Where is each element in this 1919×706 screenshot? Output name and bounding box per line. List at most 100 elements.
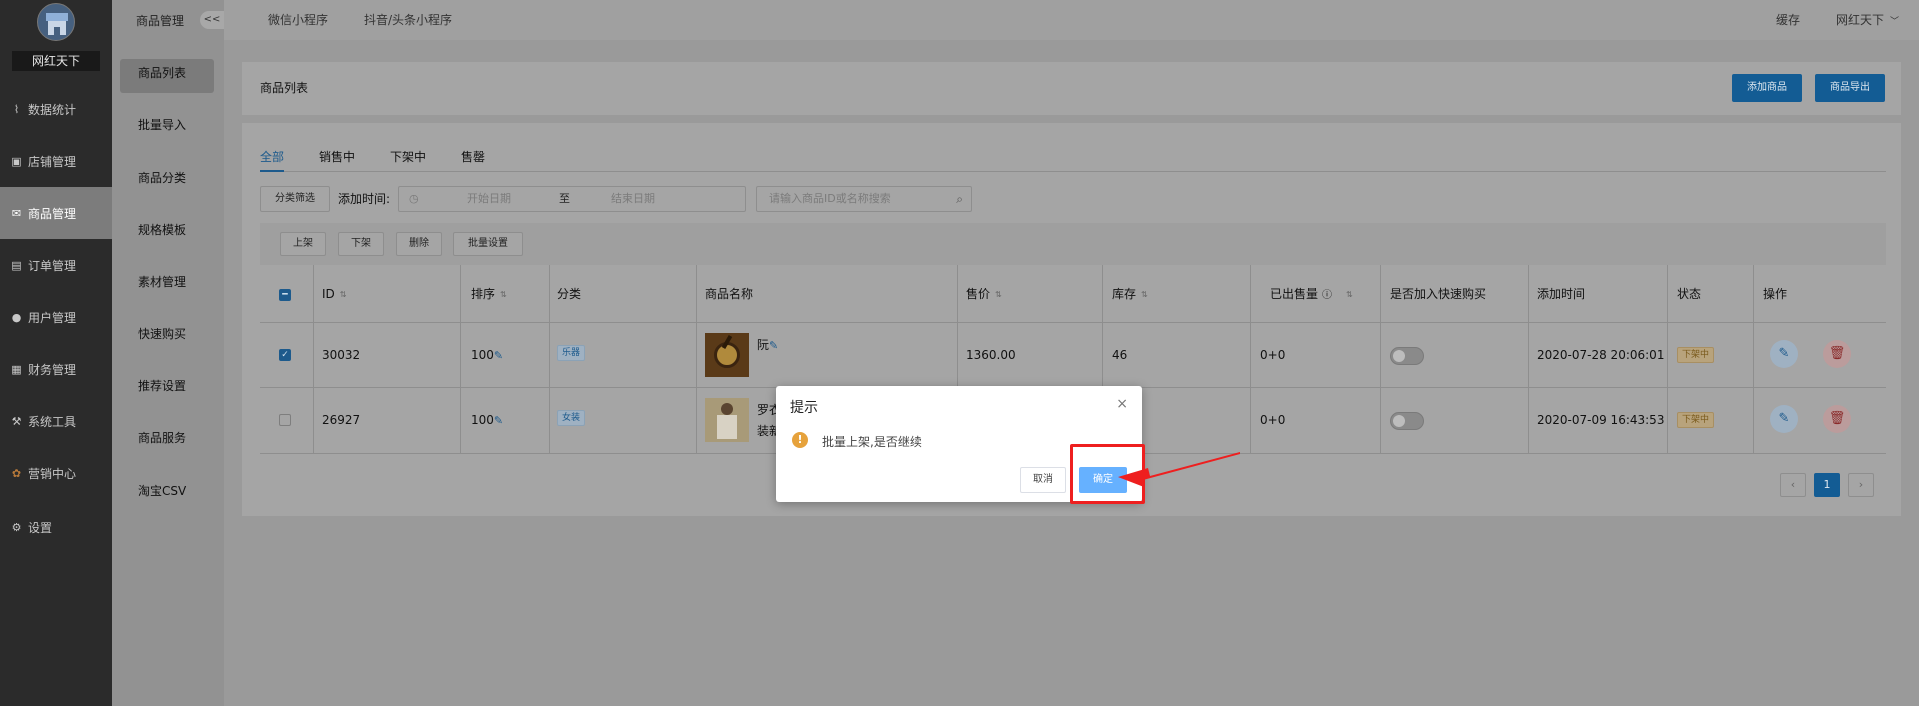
sidebar-item-settings[interactable]: ⚙ 设置 xyxy=(0,501,112,553)
mail-icon: ✉ xyxy=(11,206,22,220)
gear-icon: ⚙ xyxy=(11,520,22,534)
info-icon: ⓘ xyxy=(1322,290,1333,301)
search-icon[interactable]: ⌕ xyxy=(956,192,963,207)
date-range-picker[interactable]: ◷ 开始日期 至 结束日期 xyxy=(398,186,746,212)
edit-icon[interactable]: ✎ xyxy=(1770,405,1798,433)
wrench-icon: ⚒ xyxy=(11,414,22,428)
subnav-item-category[interactable]: 商品分类 xyxy=(112,151,224,203)
column-header-id[interactable]: ID ⇅ xyxy=(322,265,346,323)
sidebar-item-tools[interactable]: ⚒ 系统工具 xyxy=(0,395,112,447)
tab-on-sale[interactable]: 销售中 xyxy=(319,148,355,168)
sidebar-item-products[interactable]: ✉ 商品管理 xyxy=(0,187,112,239)
tab-all[interactable]: 全部 xyxy=(260,148,284,168)
column-header-name: 商品名称 xyxy=(705,287,754,301)
order-icon: ▤ xyxy=(11,258,22,272)
subnav-item-materials[interactable]: 素材管理 xyxy=(112,255,224,307)
end-date-input[interactable]: 结束日期 xyxy=(611,187,655,211)
stock: 46 xyxy=(1112,348,1128,362)
trash-icon[interactable]: 🗑 xyxy=(1823,405,1851,433)
highlight-box xyxy=(1070,444,1145,504)
row-checkbox[interactable]: ✓ xyxy=(279,349,291,361)
prev-page-button[interactable]: ‹ xyxy=(1780,473,1806,497)
sidebar-item-orders[interactable]: ▤ 订单管理 xyxy=(0,239,112,291)
product-name[interactable]: 阮✎ xyxy=(757,336,778,353)
tab-off-shelf[interactable]: 下架中 xyxy=(390,148,426,168)
status-badge: 下架中 xyxy=(1677,412,1715,428)
tab-douyin-miniprogram[interactable]: 抖音/头条小程序 xyxy=(364,0,452,40)
batch-settings-button[interactable]: 批量设置 xyxy=(453,232,523,256)
sidebar-item-store[interactable]: ▣ 店铺管理 xyxy=(0,135,112,187)
cache-link[interactable]: 缓存 xyxy=(1776,0,1800,40)
column-header-actions: 操作 xyxy=(1763,287,1788,301)
subnav-item-service[interactable]: 商品服务 xyxy=(112,411,224,463)
finance-icon: ▦ xyxy=(11,362,22,376)
edit-pencil-icon[interactable]: ✎ xyxy=(494,349,503,362)
subnav-item-taobao-csv[interactable]: 淘宝CSV xyxy=(112,464,224,516)
sort-icon: ⇅ xyxy=(995,289,1002,299)
marketing-icon: ✿ xyxy=(11,466,22,480)
subnav-item-recommend[interactable]: 推荐设置 xyxy=(112,359,224,411)
select-all-checkbox[interactable]: ━ xyxy=(279,289,291,301)
edit-pencil-icon[interactable]: ✎ xyxy=(769,339,778,352)
page-header-panel: 商品列表 xyxy=(242,62,1901,115)
column-header-sort[interactable]: 排序 ⇅ xyxy=(471,265,507,323)
search-input[interactable]: 请输入商品ID或名称搜索 ⌕ xyxy=(756,186,972,212)
chevron-down-icon: ﹀ xyxy=(1890,17,1900,27)
user-icon: ● xyxy=(11,310,22,324)
sort-value[interactable]: 100✎ xyxy=(471,348,503,362)
column-header-category: 分类 xyxy=(557,287,582,301)
edit-pencil-icon[interactable]: ✎ xyxy=(494,414,503,427)
subnav-item-batch-import[interactable]: 批量导入 xyxy=(112,98,224,150)
tab-wechat-miniprogram[interactable]: 微信小程序 xyxy=(268,0,328,40)
sold-count: 0+0 xyxy=(1260,413,1286,427)
page-button[interactable]: 1 xyxy=(1814,473,1840,497)
sort-icon: ⇅ xyxy=(1346,289,1353,299)
trash-icon[interactable]: 🗑 xyxy=(1823,340,1851,368)
sidebar-item-finance[interactable]: ▦ 财务管理 xyxy=(0,343,112,395)
user-menu[interactable]: 网红天下 ﹀ xyxy=(1836,0,1899,40)
clock-icon: ◷ xyxy=(409,192,419,205)
export-product-button[interactable]: 商品导出 xyxy=(1815,74,1885,102)
collapse-button[interactable]: << xyxy=(200,11,224,29)
put-on-shelf-button[interactable]: 上架 xyxy=(280,232,326,256)
chart-icon: ⌇ xyxy=(13,102,20,116)
next-page-button[interactable]: › xyxy=(1848,473,1874,497)
column-header-quick-buy: 是否加入快速购买 xyxy=(1390,287,1487,301)
column-header-status: 状态 xyxy=(1677,287,1702,301)
category-filter-button[interactable]: 分类筛选 xyxy=(260,186,330,212)
delete-button[interactable]: 删除 xyxy=(396,232,442,256)
column-header-time: 添加时间 xyxy=(1537,287,1586,301)
subnav-item-spec-template[interactable]: 规格模板 xyxy=(112,203,224,255)
sidebar-item-stats[interactable]: ⌇ 数据统计 xyxy=(0,83,112,135)
column-header-sold[interactable]: 已出售量 ⓘ ⇅ xyxy=(1270,265,1353,323)
quick-buy-toggle[interactable] xyxy=(1390,347,1424,365)
sidebar-item-users[interactable]: ● 用户管理 xyxy=(0,291,112,343)
subnav-item-product-list[interactable]: 商品列表 xyxy=(112,46,224,98)
column-header-price[interactable]: 售价 ⇅ xyxy=(966,265,1002,323)
brand-name: 网红天下 xyxy=(12,51,100,71)
sort-icon: ⇅ xyxy=(339,289,347,299)
sort-icon: ⇅ xyxy=(1141,289,1148,299)
sort-value[interactable]: 100✎ xyxy=(471,413,503,427)
cancel-button[interactable]: 取消 xyxy=(1020,467,1066,493)
active-tab-indicator xyxy=(260,170,284,172)
dialog-title: 提示 xyxy=(790,400,818,416)
quick-buy-toggle[interactable] xyxy=(1390,412,1424,430)
top-bar xyxy=(224,0,1919,40)
product-id: 26927 xyxy=(322,413,361,427)
add-product-button[interactable]: 添加商品 xyxy=(1732,74,1802,102)
product-thumbnail xyxy=(705,398,749,442)
take-off-shelf-button[interactable]: 下架 xyxy=(338,232,384,256)
close-icon[interactable]: × xyxy=(1116,396,1128,412)
start-date-input[interactable]: 开始日期 xyxy=(467,187,511,211)
product-thumbnail xyxy=(705,333,749,377)
warning-icon: ! xyxy=(792,432,808,448)
subnav-item-quick-buy[interactable]: 快速购买 xyxy=(112,307,224,359)
tab-sold-out[interactable]: 售罄 xyxy=(461,148,485,168)
edit-icon[interactable]: ✎ xyxy=(1770,340,1798,368)
category-tag: 女装 xyxy=(557,410,586,426)
column-header-stock[interactable]: 库存 ⇅ xyxy=(1112,265,1148,323)
time-label: 添加时间: xyxy=(338,192,391,206)
row-checkbox[interactable] xyxy=(279,414,291,426)
sidebar-item-marketing[interactable]: ✿ 营销中心 xyxy=(0,447,112,499)
